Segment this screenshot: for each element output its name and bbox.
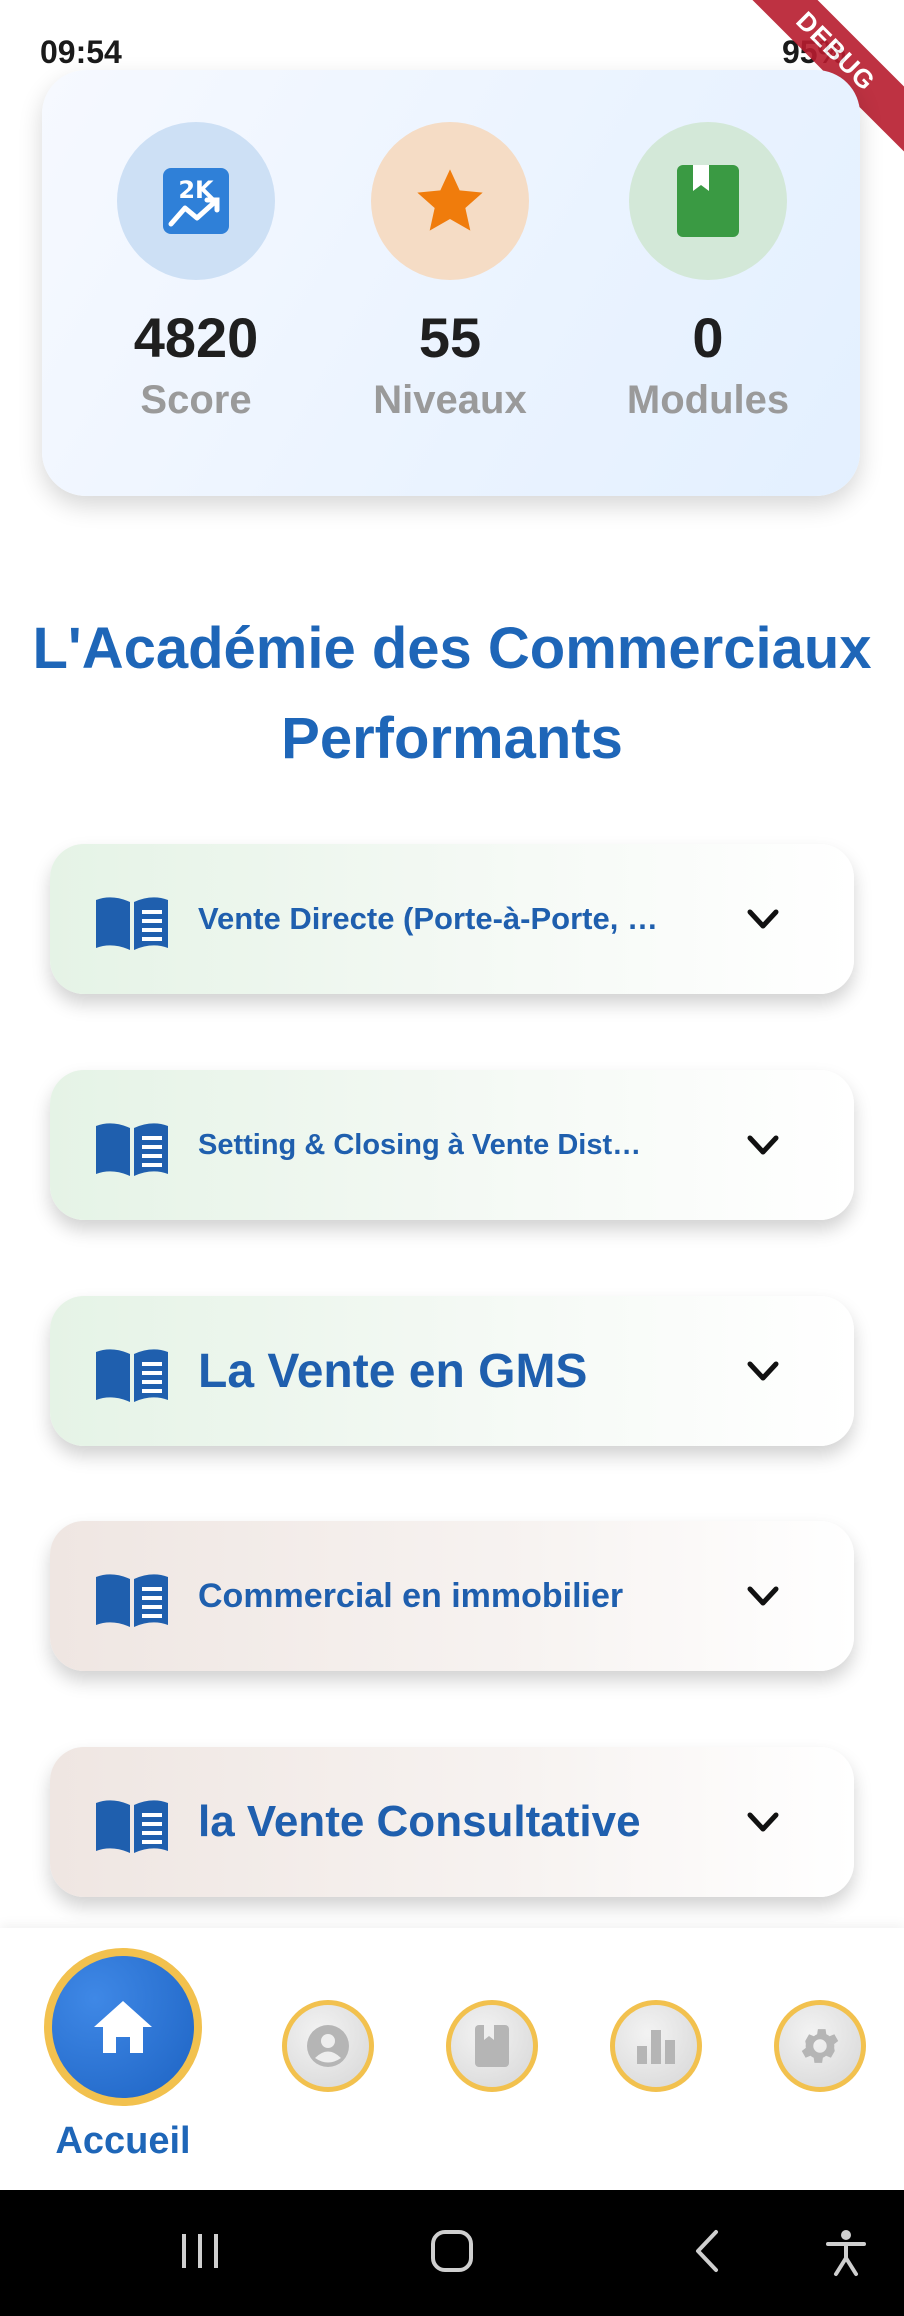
stat-levels-label: Niveaux: [373, 378, 527, 422]
nav-home-button[interactable]: [44, 1948, 202, 2106]
nav-home-label: Accueil: [55, 2120, 191, 2162]
bar-chart-icon: [637, 2030, 675, 2064]
module-card-vente-consultative[interactable]: la Vente Consultative: [50, 1747, 854, 1897]
module-label-text: Setting & Closing à Vente Dist…: [198, 1128, 642, 1161]
book-icon: [677, 165, 739, 237]
nav-profile-button[interactable]: [282, 2000, 374, 2092]
module-card-immobilier[interactable]: Commercial en immobilier: [50, 1521, 854, 1671]
nav-modules-button[interactable]: [446, 2000, 538, 2092]
open-book-icon: [96, 1800, 168, 1853]
module-label: La Vente en GMS: [198, 1296, 738, 1446]
page-title: L'Académie des Commerciaux Performants: [32, 616, 872, 771]
home-system-icon[interactable]: [428, 2228, 476, 2274]
stat-score: 2K 4820 Score: [76, 122, 316, 424]
book-icon: [475, 2025, 509, 2067]
chevron-down-icon[interactable]: [746, 1807, 780, 1837]
home-icon: [94, 2001, 152, 2053]
chevron-down-icon[interactable]: [746, 1356, 780, 1386]
stat-score-value: 4820: [133, 306, 259, 369]
chevron-down-icon[interactable]: [746, 1581, 780, 1611]
bottom-navigation: Accueil: [0, 1928, 904, 2190]
stats-card: 2K 4820 Score 55 Niveaux 0 Modules: [42, 70, 860, 496]
module-label-text: La Vente en GMS: [198, 1344, 588, 1398]
recent-apps-icon[interactable]: [176, 2228, 224, 2274]
system-navigation-bar: [0, 2190, 904, 2316]
open-book-icon: [96, 1349, 168, 1402]
module-label: Commercial en immobilier: [198, 1521, 738, 1671]
stat-modules: 0 Modules: [588, 122, 828, 424]
chart-trend-icon: 2K: [163, 168, 229, 234]
module-label: Vente Directe (Porte-à-Porte, …: [198, 844, 738, 994]
module-label-text: Vente Directe (Porte-à-Porte, …: [198, 901, 658, 936]
module-label-text: la Vente Consultative: [198, 1797, 641, 1846]
open-book-icon: [96, 1574, 168, 1627]
stat-score-label: Score: [140, 378, 252, 422]
module-label: la Vente Consultative: [198, 1747, 738, 1897]
module-label: Setting & Closing à Vente Dist…: [198, 1070, 738, 1220]
stat-modules-value: 0: [692, 306, 724, 369]
chevron-down-icon[interactable]: [746, 1130, 780, 1160]
stat-score-circle: 2K: [117, 122, 275, 280]
accessibility-icon[interactable]: [822, 2228, 870, 2278]
status-time: 09:54: [40, 34, 122, 70]
profile-icon: [307, 2025, 349, 2067]
stat-modules-label: Modules: [626, 378, 790, 422]
back-icon[interactable]: [688, 2228, 728, 2274]
chevron-down-icon[interactable]: [746, 904, 780, 934]
module-label-text: Commercial en immobilier: [198, 1576, 624, 1615]
nav-settings-button[interactable]: [774, 2000, 866, 2092]
star-icon: [417, 169, 483, 231]
settings-icon: [801, 2029, 839, 2063]
module-card-vente-gms[interactable]: La Vente en GMS: [50, 1296, 854, 1446]
stat-levels: 55 Niveaux: [330, 122, 570, 424]
nav-stats-button[interactable]: [610, 2000, 702, 2092]
open-book-icon: [96, 897, 168, 950]
stat-levels-value: 55: [418, 306, 482, 369]
stat-levels-circle: [371, 122, 529, 280]
module-card-setting-closing[interactable]: Setting & Closing à Vente Dist…: [50, 1070, 854, 1220]
status-bar: 09:54 95% DEBUG: [0, 0, 904, 160]
stat-modules-circle: [629, 122, 787, 280]
open-book-icon: [96, 1123, 168, 1176]
module-card-vente-directe[interactable]: Vente Directe (Porte-à-Porte, …: [50, 844, 854, 994]
